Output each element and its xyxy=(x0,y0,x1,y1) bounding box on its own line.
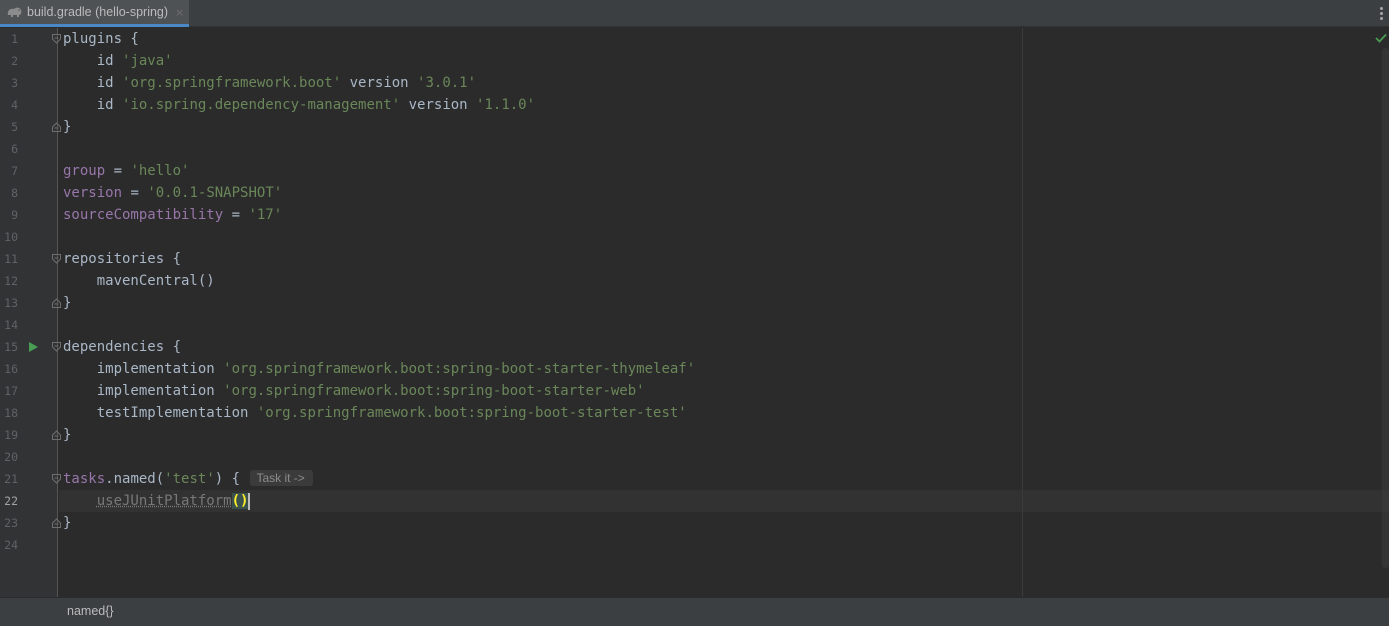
line-number: 21 xyxy=(4,472,18,486)
code-line: testImplementation 'org.springframework.… xyxy=(63,405,687,421)
code-line: mavenCentral() xyxy=(63,273,215,289)
code-line: id 'java' xyxy=(63,53,173,69)
line-number: 20 xyxy=(4,450,18,464)
line-number: 14 xyxy=(4,318,18,332)
line-number: 9 xyxy=(11,208,18,222)
line-number: 2 xyxy=(11,54,18,68)
code-line: id 'io.spring.dependency-management' ver… xyxy=(63,97,536,113)
tab-build-gradle[interactable]: build.gradle (hello-spring) × xyxy=(0,0,189,27)
fold-close-icon[interactable] xyxy=(52,298,61,308)
line-number: 3 xyxy=(11,76,18,90)
breadcrumb-item[interactable]: named{} xyxy=(67,604,114,618)
line-number: 4 xyxy=(11,98,18,112)
fold-open-icon[interactable] xyxy=(52,254,61,264)
code-editor[interactable]: 1 2 3 4 5 6 7 8 9 10 11 12 13 14 15 16 1… xyxy=(0,28,1389,597)
right-margin-guide xyxy=(1022,28,1023,597)
line-number: 16 xyxy=(4,362,18,376)
fold-open-icon[interactable] xyxy=(52,34,61,44)
run-icon[interactable] xyxy=(27,341,39,353)
fold-open-icon[interactable] xyxy=(52,474,61,484)
code-line: } xyxy=(63,515,72,531)
line-number: 23 xyxy=(4,516,18,530)
line-number: 12 xyxy=(4,274,18,288)
line-number: 6 xyxy=(11,142,18,156)
code-line: tasks.named('test') { Task it -> xyxy=(63,468,313,490)
code-line: } xyxy=(63,427,72,443)
editor-tab-bar: build.gradle (hello-spring) × xyxy=(0,0,1389,27)
editor-gutter[interactable]: 1 2 3 4 5 6 7 8 9 10 11 12 13 14 15 16 1… xyxy=(0,28,61,597)
code-line: } xyxy=(63,295,72,311)
text-caret xyxy=(248,492,251,510)
line-number: 13 xyxy=(4,296,18,310)
line-number: 18 xyxy=(4,406,18,420)
line-number: 1 xyxy=(11,32,18,46)
line-number: 10 xyxy=(4,230,18,244)
code-line-current: useJUnitPlatform() xyxy=(96,492,251,510)
vertical-scrollbar[interactable] xyxy=(1382,48,1389,568)
line-number: 5 xyxy=(11,120,18,134)
code-line: sourceCompatibility = '17' xyxy=(63,207,283,223)
code-line: version = '0.0.1-SNAPSHOT' xyxy=(63,185,283,201)
inlay-hint[interactable]: Task it -> xyxy=(250,470,313,486)
line-number: 17 xyxy=(4,384,18,398)
code-line: implementation 'org.springframework.boot… xyxy=(63,383,645,399)
fold-close-icon[interactable] xyxy=(52,518,61,528)
code-line: dependencies { xyxy=(63,339,182,355)
check-icon[interactable] xyxy=(1375,32,1387,44)
fold-close-icon[interactable] xyxy=(52,122,61,132)
code-line: plugins { xyxy=(63,31,139,47)
current-line-highlight xyxy=(59,490,1389,512)
breadcrumb: named{} xyxy=(0,597,1389,626)
line-number-current: 22 xyxy=(4,494,18,508)
line-number: 11 xyxy=(4,252,18,266)
more-tabs-menu-icon[interactable] xyxy=(1373,0,1389,27)
tab-label: build.gradle (hello-spring) xyxy=(27,5,169,19)
code-line: repositories { xyxy=(63,251,182,267)
code-line: } xyxy=(63,119,72,135)
line-number: 24 xyxy=(4,538,18,552)
line-number: 7 xyxy=(11,164,18,178)
line-number: 8 xyxy=(11,186,18,200)
line-number: 19 xyxy=(4,428,18,442)
code-line: id 'org.springframework.boot' version '3… xyxy=(63,75,477,91)
fold-close-icon[interactable] xyxy=(52,430,61,440)
line-number: 15 xyxy=(4,340,18,354)
gradle-elephant-icon xyxy=(7,7,22,17)
tab-close-icon[interactable]: × xyxy=(175,6,184,19)
code-line: group = 'hello' xyxy=(63,163,190,179)
code-line: implementation 'org.springframework.boot… xyxy=(63,361,696,377)
matched-parens: () xyxy=(231,493,249,509)
fold-open-icon[interactable] xyxy=(52,342,61,352)
